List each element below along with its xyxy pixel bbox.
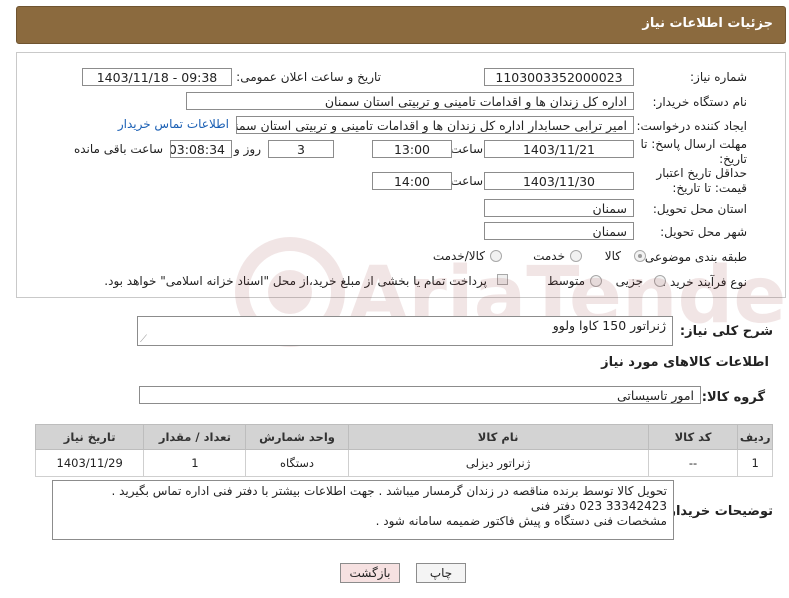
announce-date-field: 1403/11/18 - 09:38 [82,68,232,86]
days-label: روز و [234,142,261,156]
buyer-org-field: اداره کل زندان ها و اقدامات تامینی و ترب… [186,92,634,110]
cell-code: -- [647,449,739,477]
buyer-notes-field: تحویل کالا توسط برنده مناقصه در زندان گر… [52,480,674,540]
buyer-notes-line: 33342423 023 دفتر فنی [530,499,667,513]
category-option-goods: کالا [604,249,621,263]
cell-row: 1 [737,449,773,477]
days-remaining-field: 3 [268,140,334,158]
col-name: نام کالا [347,424,649,450]
reply-date-field: 1403/11/21 [484,140,634,158]
price-validity-label: حداقل تاریخ اعتبار قیمت: تا تاریخ: [656,166,747,195]
treasury-payment-checkbox[interactable] [497,274,508,285]
category-option-service: خدمت [533,249,565,263]
col-unit: واحد شمارش [245,424,349,450]
need-number-field: 1103003352000023 [484,68,634,86]
need-summary-field: ژنراتور 150 کاوا ولوو [137,316,673,346]
col-date: تاریخ نیاز [34,424,145,450]
page-title: جزئیات اطلاعات نیاز [642,16,773,31]
reply-time-label: ساعت [450,142,483,156]
city-field: سمنان [484,222,634,240]
cell-qty: 1 [143,449,247,477]
back-button[interactable]: بازگشت [340,563,400,583]
treasury-payment-note: پرداخت تمام یا بخشی از مبلغ خرید،از محل … [104,274,487,288]
city-label: شهر محل تحویل: [660,225,747,239]
cell-date: 1403/11/29 [34,449,145,477]
category-radio-service[interactable] [570,250,582,262]
cell-name: ژنراتور دیزلی [347,449,649,477]
price-date-field: 1403/11/30 [484,172,634,190]
col-qty: تعداد / مقدار [143,424,247,450]
process-option-minor: جزیی [615,274,643,288]
reply-deadline-label: مهلت ارسال پاسخ: تا تاریخ: [640,137,747,166]
category-radio-goods-service[interactable] [490,250,502,262]
process-option-medium: متوسط [547,274,585,288]
process-radio-minor[interactable] [654,275,666,287]
goods-group-label: گروه کالا: [701,390,765,405]
page-header: جزئیات اطلاعات نیاز [16,6,786,44]
category-option-goods-service: کالا/خدمت [432,249,485,263]
resize-grip-icon[interactable]: ⟋ [140,334,147,345]
table-row: 1 -- ژنراتور دیزلی دستگاه 1 1403/11/29 [34,449,773,477]
goods-group-field: امور تاسیساتی [139,386,701,404]
requester-label: ایجاد کننده درخواست: [636,119,747,133]
goods-section-title: اطلاعات کالاهای مورد نیاز [601,355,769,370]
reply-time-field: 13:00 [372,140,452,158]
buyer-notes-label: توضیحات خریدار: [663,504,773,519]
need-summary-label: شرح کلی نیاز: [679,324,773,339]
buyer-contact-link[interactable]: اطلاعات تماس خریدار [118,117,229,131]
goods-table-header: ردیف کد کالا نام کالا واحد شمارش تعداد /… [34,424,773,450]
price-time-field: 14:00 [372,172,452,190]
province-field: سمنان [484,199,634,217]
time-remaining-label: ساعت باقی مانده [73,142,163,156]
buyer-notes-line: تحویل کالا توسط برنده مناقصه در زندان گر… [111,484,668,498]
col-row: ردیف [737,424,773,450]
goods-table: ردیف کد کالا نام کالا واحد شمارش تعداد /… [34,424,773,477]
purchase-process-label: نوع فرآیند خرید : [662,275,747,289]
announce-date-label: تاریخ و ساعت اعلان عمومی: [236,70,381,84]
print-button[interactable]: چاپ [416,563,466,583]
category-label: طبقه بندی موضوعی: [640,250,747,264]
buyer-notes-line: مشخصات فنی دستگاه و پیش فاکتور ضمیمه سام… [375,514,667,528]
price-time-label: ساعت [450,174,483,188]
col-code: کد کالا [647,424,739,450]
requester-field: امیر ترابی حسابدار اداره کل زندان ها و ا… [236,116,634,134]
province-label: استان محل تحویل: [652,202,747,216]
need-number-label: شماره نیاز: [690,70,747,84]
buyer-org-label: نام دستگاه خریدار: [652,95,748,109]
category-radio-goods[interactable] [634,250,646,262]
cell-unit: دستگاه [245,449,349,477]
time-remaining-field: 03:08:34 [170,140,232,158]
process-radio-medium[interactable] [590,275,602,287]
